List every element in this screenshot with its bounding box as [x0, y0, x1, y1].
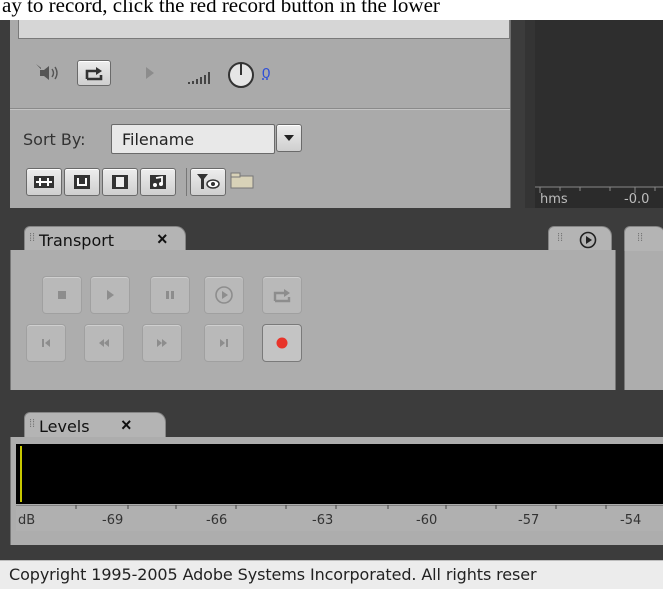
db-scale: dB -69 -66 -63 -60 -57 -54 — [16, 505, 663, 531]
db-tick-label: -66 — [206, 513, 228, 528]
divider — [186, 168, 187, 196]
fast-forward-icon — [157, 339, 167, 347]
pause-button[interactable] — [150, 276, 190, 314]
copyright-text: Copyright 1995-2005 Adobe Systems Incorp… — [9, 565, 537, 584]
loop-icon — [74, 175, 90, 189]
db-scale-ticks — [16, 505, 663, 509]
db-unit-label: dB — [18, 513, 36, 528]
sort-by-dropdown-button[interactable] — [276, 124, 302, 152]
filter-button[interactable] — [190, 168, 226, 196]
play-preview-icon[interactable] — [143, 64, 157, 82]
go-to-end-button[interactable] — [204, 324, 244, 362]
volume-value[interactable]: 0 — [262, 65, 270, 82]
play-icon — [107, 290, 114, 300]
adjacent-panel — [624, 251, 663, 391]
rewind-icon — [99, 339, 109, 347]
panel-menu-icon[interactable] — [579, 231, 597, 249]
stop-icon — [58, 291, 66, 299]
file-list[interactable] — [18, 20, 510, 39]
rewind-button[interactable] — [84, 324, 124, 362]
db-tick-label: -57 — [518, 513, 540, 528]
play-button[interactable] — [90, 276, 130, 314]
grip-icon: ⁞⁞ — [29, 232, 36, 244]
sort-by-value: Filename — [122, 130, 195, 149]
tab-transport[interactable]: ⁞⁞ Transport × — [24, 226, 186, 253]
show-video-button[interactable] — [102, 168, 138, 196]
grip-icon: ⁞⁞ — [557, 232, 564, 244]
loop-icon — [85, 67, 103, 81]
chevron-down-icon — [284, 135, 294, 141]
time-ruler: hms -0.0 — [535, 186, 663, 208]
fast-forward-button[interactable] — [142, 324, 182, 362]
panel-gap — [0, 390, 663, 412]
time-format-label: hms — [540, 192, 568, 207]
pause-icon — [166, 291, 174, 299]
transport-tab-label: Transport — [39, 231, 115, 250]
close-icon[interactable]: × — [157, 229, 168, 250]
autoplay-speaker-icon[interactable] — [30, 60, 64, 86]
show-loops-button[interactable] — [64, 168, 100, 196]
db-tick-label: -60 — [416, 513, 438, 528]
skip-back-icon — [42, 339, 50, 347]
show-midi-button[interactable] — [140, 168, 176, 196]
divider — [10, 108, 510, 110]
panel-menu-tab[interactable]: ⁞⁞ — [548, 226, 612, 253]
volume-knob-icon[interactable] — [226, 60, 258, 90]
tab-adjacent-panel[interactable]: ⁞⁞ — [624, 226, 663, 253]
status-bar: Copyright 1995-2005 Adobe Systems Incorp… — [0, 560, 663, 589]
show-audio-tracks-button[interactable] — [26, 168, 62, 196]
record-button[interactable] — [262, 324, 302, 362]
grip-icon: ⁞⁞ — [29, 418, 36, 430]
panel-gap — [0, 545, 663, 560]
skip-forward-icon — [220, 339, 228, 347]
film-icon — [112, 175, 128, 189]
stop-button[interactable] — [42, 276, 82, 314]
db-tick-label: -63 — [312, 513, 334, 528]
loop-button[interactable] — [262, 276, 302, 314]
sort-by-label: Sort By: — [23, 130, 86, 149]
filter-eye-icon — [197, 174, 220, 189]
tab-levels[interactable]: ⁞⁞ Levels × — [24, 412, 166, 439]
levels-tab-label: Levels — [39, 417, 90, 436]
level-indicator — [20, 446, 22, 502]
instruction-text: ay to record, click the red record butto… — [2, 0, 440, 17]
level-meter — [16, 444, 663, 504]
play-circle-icon — [215, 286, 233, 304]
transport-panel — [10, 250, 616, 391]
sort-by-dropdown[interactable]: Filename — [111, 124, 275, 154]
go-to-start-button[interactable] — [26, 324, 66, 362]
volume-level-icon — [186, 64, 226, 88]
db-tick-label: -69 — [102, 513, 124, 528]
import-folder-icon[interactable] — [228, 170, 258, 192]
db-tick-label: -54 — [620, 513, 642, 528]
record-icon — [276, 337, 288, 349]
loop-preview-button[interactable] — [77, 60, 111, 86]
waveform-display[interactable] — [535, 20, 663, 186]
loop-icon — [273, 289, 291, 303]
play-from-cursor-button[interactable] — [204, 276, 244, 314]
time-value: -0.0 — [624, 192, 650, 207]
instruction-text-strip: ay to record, click the red record butto… — [0, 0, 663, 20]
close-icon[interactable]: × — [121, 415, 132, 436]
music-note-icon — [150, 175, 166, 189]
grip-icon: ⁞⁞ — [637, 232, 644, 244]
track-icon — [34, 176, 54, 188]
